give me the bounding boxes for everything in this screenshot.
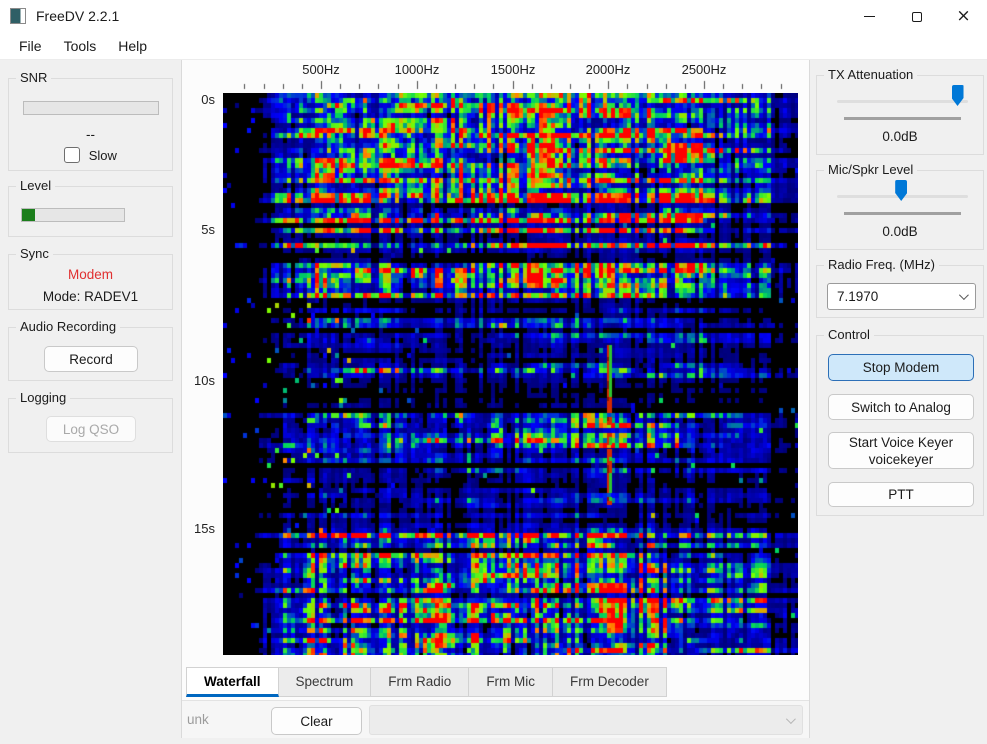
freq-label-2500: 2500Hz [682, 62, 727, 77]
menu-item-tools[interactable]: Tools [53, 33, 108, 59]
freq-axis-ticks [223, 80, 798, 90]
chevron-down-icon [959, 290, 969, 300]
tx-attenuation-group-label: TX Attenuation [824, 67, 917, 82]
radio-freq-group-label: Radio Freq. (MHz) [824, 257, 939, 272]
minimize-icon [864, 16, 875, 17]
level-group: Level [8, 186, 173, 237]
tab-frm-decoder[interactable]: Frm Decoder [553, 667, 667, 697]
spectrum-panel: 500Hz 1000Hz 1500Hz 2000Hz 2500Hz 0s 5s … [181, 60, 810, 738]
record-button-label: Record [69, 352, 113, 367]
clear-button-label: Clear [300, 714, 332, 729]
bottom-strip: unk Clear [182, 700, 809, 738]
freq-label-1500: 1500Hz [491, 62, 536, 77]
minimize-button[interactable] [846, 0, 893, 33]
tx-attenuation-value: 0.0dB [817, 129, 983, 144]
stop-modem-button-label: Stop Modem [863, 360, 940, 375]
audio-recording-group-label: Audio Recording [16, 319, 120, 334]
tx-attenuation-slider[interactable] [837, 100, 968, 103]
freq-label-1000: 1000Hz [395, 62, 440, 77]
ptt-button-label: PTT [888, 487, 914, 502]
window-title: FreeDV 2.2.1 [36, 0, 119, 33]
control-group: Control Stop Modem Switch to Analog Star… [816, 335, 984, 516]
snr-group-label: SNR [16, 70, 51, 85]
callsign-combobox[interactable] [369, 705, 803, 735]
mic-spkr-level-value: 0.0dB [817, 224, 983, 239]
voice-keyer-button-line2: voicekeyer [869, 451, 934, 468]
tab-bar: Waterfall Spectrum Frm Radio Frm Mic Frm… [186, 667, 667, 698]
freedv-window: FreeDV 2.2.1 × File Tools Help SNR -- Sl… [0, 0, 987, 744]
time-label-0s: 0s [182, 92, 218, 107]
snr-group: SNR -- Slow [8, 78, 173, 171]
sync-group: Sync Modem Mode: RADEV1 [8, 254, 173, 310]
logging-group-label: Logging [16, 390, 70, 405]
freq-label-2000: 2000Hz [586, 62, 631, 77]
sync-mode: Mode: RADEV1 [9, 289, 172, 304]
level-progressbar [21, 208, 125, 222]
tx-attenuation-slider-line [844, 117, 961, 120]
level-progress-fill [22, 209, 35, 221]
clear-button[interactable]: Clear [271, 707, 362, 735]
time-label-5s: 5s [182, 222, 218, 237]
slow-checkbox-label[interactable]: Slow [89, 148, 117, 163]
sync-group-label: Sync [16, 246, 53, 261]
app-icon [10, 8, 26, 24]
time-label-15s: 15s [182, 521, 218, 536]
log-qso-button-label: Log QSO [63, 422, 119, 437]
control-group-label: Control [824, 327, 874, 342]
switch-to-analog-button-label: Switch to Analog [851, 400, 951, 415]
radio-freq-value: 7.1970 [837, 289, 878, 304]
maximize-icon [912, 12, 922, 22]
mic-spkr-level-group-label: Mic/Spkr Level [824, 162, 917, 177]
menu-item-file[interactable]: File [8, 33, 53, 59]
maximize-button[interactable] [893, 0, 940, 33]
level-group-label: Level [16, 178, 55, 193]
close-icon: × [956, 8, 970, 25]
voice-keyer-button-line1: Start Voice Keyer [849, 434, 953, 451]
menu-item-help[interactable]: Help [107, 33, 158, 59]
radio-freq-combobox[interactable]: 7.1970 [827, 283, 976, 310]
chevron-down-icon [786, 714, 796, 724]
record-button[interactable]: Record [44, 346, 138, 372]
switch-to-analog-button[interactable]: Switch to Analog [828, 394, 974, 420]
radio-freq-group: Radio Freq. (MHz) 7.1970 [816, 265, 984, 318]
tab-waterfall[interactable]: Waterfall [186, 667, 279, 697]
mic-spkr-level-slider-line [844, 212, 961, 215]
stop-modem-button[interactable]: Stop Modem [828, 354, 974, 381]
menu-bar: File Tools Help [0, 33, 987, 60]
tab-spectrum[interactable]: Spectrum [279, 667, 372, 697]
logging-group: Logging Log QSO [8, 398, 173, 453]
tx-attenuation-group: TX Attenuation 0.0dB [816, 75, 984, 155]
time-label-10s: 10s [182, 373, 218, 388]
title-bar: FreeDV 2.2.1 × [0, 0, 987, 33]
mic-spkr-level-group: Mic/Spkr Level 0.0dB [816, 170, 984, 250]
waterfall-canvas[interactable] [223, 93, 798, 655]
audio-recording-group: Audio Recording Record [8, 327, 173, 381]
snr-value: -- [9, 127, 172, 142]
slow-checkbox[interactable] [64, 147, 80, 163]
ptt-button[interactable]: PTT [828, 482, 974, 507]
freq-label-500: 500Hz [302, 62, 340, 77]
sync-status: Modem [9, 267, 172, 282]
log-qso-button[interactable]: Log QSO [46, 416, 136, 442]
status-text: unk [187, 701, 209, 739]
snr-progressbar [23, 101, 159, 115]
voice-keyer-button[interactable]: Start Voice Keyer voicekeyer [828, 432, 974, 469]
tab-frm-radio[interactable]: Frm Radio [371, 667, 469, 697]
tab-frm-mic[interactable]: Frm Mic [469, 667, 553, 697]
close-button[interactable]: × [940, 0, 987, 33]
